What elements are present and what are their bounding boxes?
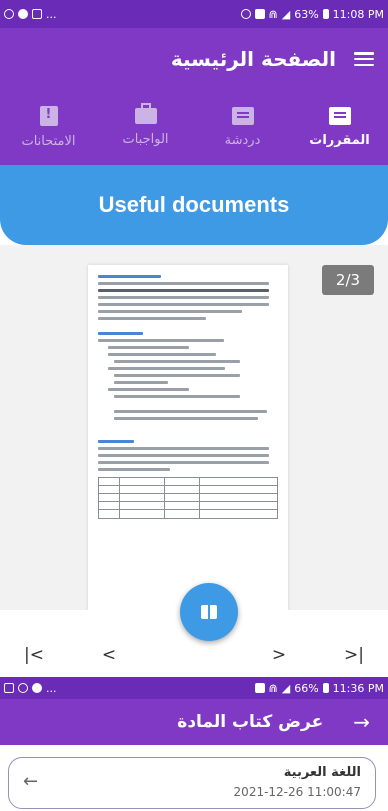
alarm-icon [254,9,265,19]
tab-assignments[interactable]: الواجبات [97,90,194,165]
status-right-icons: ⋒ ◢ 63% 11:08 PM [240,7,384,21]
tab-label: الواجبات [122,132,169,147]
tab-courses[interactable]: المقررات [291,90,388,165]
message-icon [4,683,14,693]
document-table [98,477,278,519]
page-indicator: 2/3 [322,265,374,295]
wifi-icon: ⋒ [268,681,278,695]
status-right-icons: ⋒ ◢ 66% 11:36 PM [254,681,384,695]
page-title: الصفحة الرئيسية [170,47,336,71]
main-screen: ... ⋒ ◢ 63% 11:08 PM الصفحة الرئيسية الم… [0,0,388,677]
status-time: 11:08 PM [332,7,384,21]
notification-icon [18,9,28,19]
back-arrow-icon[interactable]: → [353,710,370,734]
document-page [88,265,288,610]
battery-icon [322,683,329,693]
tab-chat[interactable]: دردشة [194,90,291,165]
battery-percent: 66% [294,681,319,695]
menu-icon[interactable] [354,52,374,66]
first-page-button[interactable]: |< [14,645,54,665]
app-bar: الصفحة الرئيسية [0,28,388,90]
last-page-button[interactable]: >| [334,645,374,665]
list-item[interactable]: اللغة العربية 2021-12-26 11:00:47 ← [8,757,376,809]
signal-icon: ◢ [281,681,291,695]
book-icon [201,605,217,619]
tab-exams[interactable]: الامتحانات [0,90,97,165]
open-arrow-icon[interactable]: ← [23,771,38,792]
whatsapp-icon [18,683,28,693]
section-banner: Useful documents [0,165,388,245]
status-bar: ... ⋒ ◢ 66% 11:36 PM [0,677,388,699]
more-notifications-icon: ... [46,681,57,695]
document-viewer[interactable]: 2/3 [0,245,388,610]
chat-square-icon [328,107,351,125]
exam-icon [39,106,58,126]
signal-icon: ◢ [281,7,291,21]
next-page-button[interactable]: > [259,645,299,665]
alarm-icon [254,683,265,693]
tab-label: المقررات [309,133,370,148]
notification-icon [32,683,42,693]
battery-percent: 63% [294,7,319,21]
banner-title: Useful documents [98,192,290,217]
book-fab-button[interactable] [180,583,238,641]
status-bar: ... ⋒ ◢ 63% 11:08 PM [0,0,388,28]
wifi-icon: ⋒ [268,7,278,21]
status-left-icons: ... [4,682,57,695]
tab-label: دردشة [224,133,261,148]
whatsapp-icon [4,9,14,19]
chat-icon [231,107,254,125]
tab-bar: المقررات دردشة الواجبات الامتحانات [0,90,388,165]
status-time: 11:36 PM [332,681,384,695]
status-left-icons: ... [4,8,57,21]
message-icon [32,9,42,19]
course-date: 2021-12-26 11:00:47 [233,785,361,799]
prev-page-button[interactable]: < [89,645,129,665]
location-icon [240,9,251,19]
course-book-screen: ... ⋒ ◢ 66% 11:36 PM عرض كتاب المادة → ا… [0,677,388,811]
battery-icon [322,9,329,19]
briefcase-icon [134,103,157,124]
more-notifications-icon: ... [46,7,57,21]
app-bar: عرض كتاب المادة → [0,699,388,745]
tab-label: الامتحانات [21,134,76,149]
page-title: عرض كتاب المادة [177,712,324,732]
course-name: اللغة العربية [283,765,361,780]
